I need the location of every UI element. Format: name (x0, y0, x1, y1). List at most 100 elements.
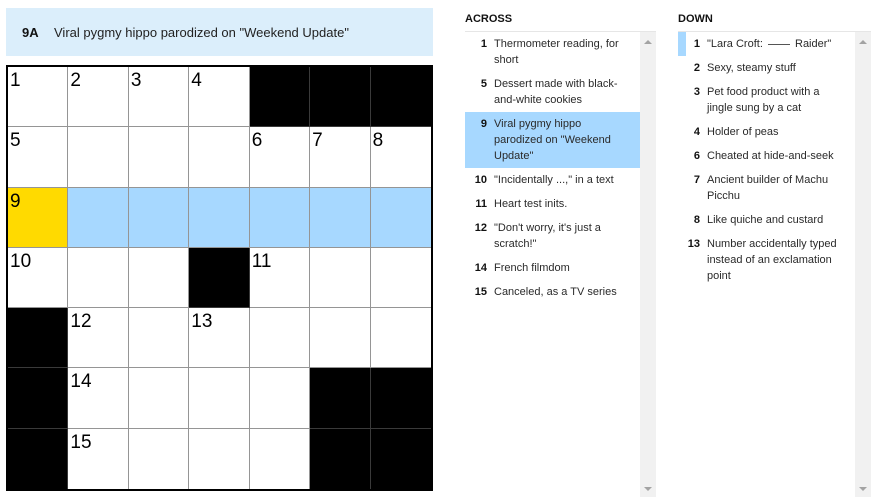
scroll-down-arrow-icon[interactable] (644, 487, 652, 491)
clue-text: Like quiche and custard (707, 214, 824, 226)
down-clue-2[interactable]: 2 Sexy, steamy stuff (678, 56, 855, 80)
grid-cell[interactable] (128, 428, 190, 489)
black-cell (310, 428, 371, 489)
clue-text: "Lara Croft: Raider" (707, 36, 847, 52)
grid-cell[interactable] (128, 308, 190, 369)
across-clue-14[interactable]: 14 French filmdom (465, 256, 640, 280)
grid-cell[interactable] (128, 127, 190, 188)
clue-number: 13 (687, 238, 700, 250)
grid-cell[interactable]: 7 (310, 127, 371, 188)
grid-cell[interactable]: 10 (8, 247, 69, 309)
cell-number: 7 (312, 130, 323, 152)
scroll-up-arrow-icon[interactable] (644, 40, 652, 44)
clue-text: Pet food product with a jingle sung by a… (707, 86, 820, 114)
highlighted-cell[interactable] (189, 187, 250, 248)
grid-cell[interactable]: 15 (68, 428, 129, 489)
across-clue-11[interactable]: 11 Heart test inits. (465, 192, 640, 216)
grid-cell[interactable]: 1 (8, 67, 69, 128)
down-clue-13[interactable]: 13 Number accidentally typed instead of a… (678, 232, 855, 288)
clue-number: 14 (474, 262, 487, 274)
across-scrollbar[interactable] (640, 32, 656, 497)
grid-cell[interactable] (249, 368, 311, 429)
down-scrollbar[interactable] (855, 32, 871, 497)
cell-number: 5 (10, 130, 21, 152)
highlighted-cell[interactable] (128, 187, 190, 248)
cell-number: 2 (70, 70, 81, 91)
scroll-up-arrow-icon[interactable] (859, 40, 867, 44)
clue-text: "Incidentally ...," in a text (494, 174, 614, 186)
grid-cell[interactable] (310, 308, 371, 369)
across-clue-10[interactable]: 10 "Incidentally ...," in a text (465, 168, 640, 192)
grid-cell[interactable]: 14 (68, 368, 129, 429)
current-clue-bar: 9A Viral pygmy hippo parodized on "Weeke… (6, 8, 433, 56)
grid-cell[interactable] (189, 428, 250, 489)
black-cell (310, 368, 371, 429)
crossword-grid[interactable]: 1 2 3 4 5 6 7 8 9 10 11 12 13 14 15 (6, 65, 433, 491)
grid-cell[interactable] (249, 428, 311, 489)
grid-cell[interactable]: 2 (68, 67, 129, 128)
current-clue-label: 9A (22, 24, 39, 40)
grid-cell[interactable]: 13 (189, 308, 250, 369)
grid-cell[interactable] (370, 247, 431, 309)
black-cell (8, 368, 69, 429)
grid-cell[interactable] (68, 247, 129, 309)
down-clue-6[interactable]: 6 Cheated at hide-and-seek (678, 144, 855, 168)
grid-cell[interactable]: 11 (249, 247, 311, 309)
grid-cell[interactable]: 4 (189, 67, 250, 128)
down-clue-1[interactable]: 1 "Lara Croft: Raider" (678, 32, 855, 56)
across-clue-1[interactable]: 1 Thermometer reading, for short (465, 32, 640, 72)
clue-number: 11 (475, 198, 487, 210)
clue-text: Sexy, steamy stuff (707, 62, 796, 74)
clue-number: 12 (474, 222, 487, 234)
grid-cell[interactable] (370, 308, 431, 369)
down-clue-list: 1 "Lara Croft: Raider" 2 Sexy, steamy stuff… (678, 32, 855, 497)
cell-number: 8 (372, 130, 384, 152)
clue-text: Viral pygmy hippo parodized on "Weekend … (494, 118, 611, 162)
black-cell (189, 247, 250, 309)
grid-cell[interactable]: 8 (370, 127, 431, 188)
grid-cell[interactable] (249, 308, 311, 369)
highlighted-cell[interactable] (310, 187, 371, 248)
clue-number: 3 (693, 86, 700, 98)
scroll-down-arrow-icon[interactable] (859, 487, 867, 491)
clue-text: French filmdom (494, 262, 570, 274)
black-cell (370, 368, 431, 429)
grid-cell[interactable] (128, 247, 190, 309)
clue-text: Holder of peas (707, 126, 779, 138)
cell-number: 1 (10, 70, 21, 91)
across-clue-list: 1 Thermometer reading, for short 5 Dessert … (465, 32, 640, 497)
cell-number: 9 (10, 190, 21, 212)
black-cell (249, 67, 311, 128)
down-clue-8[interactable]: 8 Like quiche and custard (678, 208, 855, 232)
grid-cell[interactable] (68, 127, 129, 188)
highlighted-cell[interactable] (249, 187, 311, 248)
down-clue-4[interactable]: 4 Holder of peas (678, 120, 855, 144)
grid-cell[interactable]: 6 (249, 127, 311, 188)
black-cell (8, 308, 69, 369)
grid-cell[interactable]: 3 (128, 67, 190, 128)
cell-number: 14 (70, 371, 92, 393)
cell-number: 12 (70, 311, 92, 333)
across-clue-5[interactable]: 5 Dessert made with black-and-white cooki… (465, 72, 640, 112)
clue-number: 5 (480, 78, 487, 90)
grid-cell[interactable]: 5 (8, 127, 69, 188)
fill-in-blank (767, 44, 790, 45)
grid-cell[interactable]: 12 (68, 308, 129, 369)
across-clue-15[interactable]: 15 Canceled, as a TV series (465, 280, 640, 304)
grid-cell[interactable] (310, 247, 371, 309)
selected-cell[interactable]: 9 (8, 187, 69, 248)
grid-cell[interactable] (189, 127, 250, 188)
clue-text: Canceled, as a TV series (494, 286, 617, 298)
grid-cell[interactable] (128, 368, 190, 429)
down-panel: 1 "Lara Croft: Raider" 2 Sexy, steamy stuff… (678, 31, 871, 497)
clue-text: Ancient builder of Machu Picchu (707, 174, 829, 202)
across-clue-9[interactable]: 9 Viral pygmy hippo parodized on "Weekend… (465, 112, 640, 168)
highlighted-cell[interactable] (68, 187, 129, 248)
across-clue-12[interactable]: 12 "Don't worry, it's just a scratch!" (465, 216, 640, 256)
down-clue-7[interactable]: 7 Ancient builder of Machu Picchu (678, 168, 855, 208)
grid-cell[interactable] (189, 368, 250, 429)
down-clue-3[interactable]: 3 Pet food product with a jingle sung by … (678, 80, 855, 120)
clue-number: 2 (693, 62, 700, 74)
highlighted-cell[interactable] (370, 187, 431, 248)
clue-number: 8 (693, 214, 700, 226)
